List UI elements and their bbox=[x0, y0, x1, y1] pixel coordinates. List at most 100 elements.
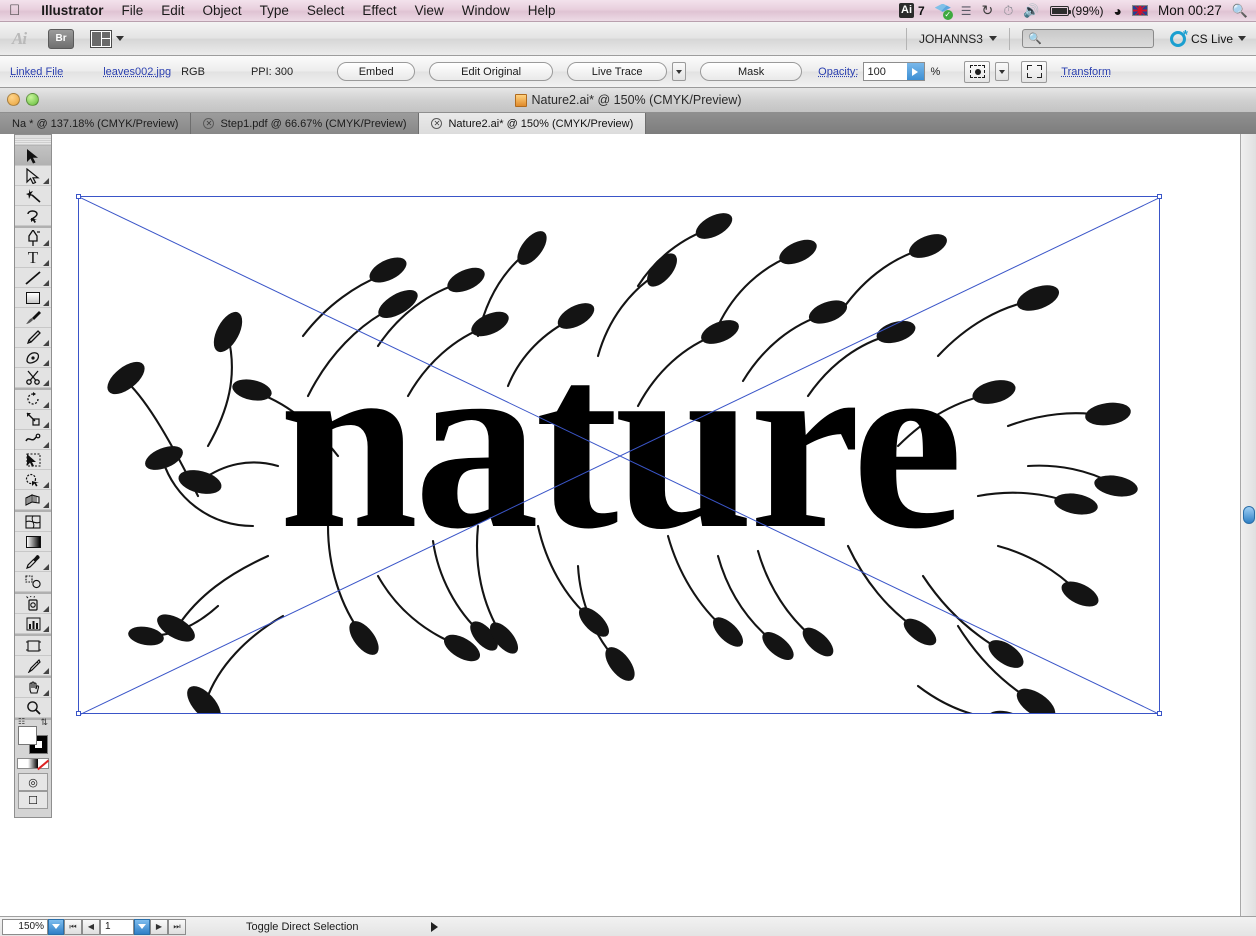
line-segment-tool[interactable] bbox=[15, 268, 51, 288]
opacity-stepper-icon[interactable] bbox=[906, 63, 924, 80]
time-machine-icon[interactable]: ⏱ bbox=[1003, 3, 1013, 19]
menu-item-type[interactable]: Type bbox=[251, 3, 298, 18]
status-menu-icon[interactable] bbox=[430, 921, 438, 932]
zoom-level-field[interactable]: 150% bbox=[2, 918, 48, 935]
default-fill-stroke-icon[interactable]: ☷ bbox=[18, 717, 25, 726]
menu-item-effect[interactable]: Effect bbox=[353, 3, 405, 18]
linked-file-label[interactable]: Linked File bbox=[10, 66, 63, 78]
bluetooth-icon[interactable]: ☰ bbox=[961, 4, 972, 18]
first-artboard-button[interactable]: ⏮ bbox=[64, 918, 82, 935]
document-tab-step1[interactable]: ✕ Step1.pdf @ 66.67% (CMYK/Preview) bbox=[191, 113, 420, 134]
menu-bar-clock[interactable]: Mon 00:27 bbox=[1158, 3, 1222, 18]
pen-tool[interactable] bbox=[15, 228, 51, 248]
launch-bridge-button[interactable]: Br bbox=[48, 28, 75, 49]
rectangle-tool[interactable] bbox=[15, 288, 51, 308]
gradient-tool[interactable] bbox=[15, 532, 51, 552]
mesh-tool[interactable] bbox=[15, 512, 51, 532]
zoom-tool[interactable] bbox=[15, 698, 51, 718]
opacity-label[interactable]: Opacity: bbox=[818, 66, 858, 78]
dropbox-icon[interactable] bbox=[935, 4, 953, 20]
select-similar-dropdown[interactable] bbox=[995, 62, 1010, 81]
artboard-number-field[interactable]: 1 bbox=[100, 918, 134, 935]
document-tab-nature1[interactable]: Na * @ 137.18% (CMYK/Preview) bbox=[0, 113, 192, 134]
eyedropper-tool[interactable] bbox=[15, 552, 51, 572]
type-tool[interactable]: T bbox=[15, 248, 51, 268]
free-transform-tool[interactable] bbox=[15, 450, 51, 470]
select-similar-button[interactable] bbox=[964, 60, 991, 83]
sync-icon[interactable]: ↻ bbox=[981, 2, 993, 19]
eraser-scissors-tool[interactable] bbox=[15, 368, 51, 388]
canvas-vertical-scrollbar[interactable] bbox=[1240, 134, 1256, 916]
artboard-dropdown[interactable] bbox=[134, 918, 150, 935]
window-minimize-button[interactable] bbox=[7, 93, 20, 106]
selection-handle-tl[interactable] bbox=[76, 194, 81, 199]
gradient-swatch-button[interactable] bbox=[28, 759, 38, 768]
artwork-selection-group[interactable]: nature bbox=[76, 194, 1162, 716]
screen-mode-button[interactable]: ☐ bbox=[18, 791, 48, 809]
slice-tool[interactable] bbox=[15, 656, 51, 676]
live-trace-button[interactable]: Live Trace bbox=[567, 62, 668, 81]
artboard[interactable]: nature bbox=[0, 134, 1236, 916]
menu-item-window[interactable]: Window bbox=[453, 3, 519, 18]
tools-panel-grip[interactable] bbox=[15, 138, 51, 146]
selection-tool[interactable] bbox=[15, 146, 51, 166]
selection-handle-tr[interactable] bbox=[1157, 194, 1162, 199]
volume-icon[interactable]: 🔊 bbox=[1023, 3, 1039, 19]
help-search-input[interactable] bbox=[1045, 32, 1148, 45]
menu-item-object[interactable]: Object bbox=[194, 3, 251, 18]
arrange-documents-button[interactable] bbox=[90, 29, 125, 48]
column-graph-tool[interactable] bbox=[15, 614, 51, 634]
align-button[interactable] bbox=[1021, 60, 1048, 83]
hand-tool[interactable] bbox=[15, 678, 51, 698]
magic-wand-tool[interactable] bbox=[15, 186, 51, 206]
artboard-tool[interactable] bbox=[15, 636, 51, 656]
adobe-drive-icon[interactable]: Ai 7 bbox=[899, 3, 925, 18]
blend-tool[interactable] bbox=[15, 572, 51, 592]
close-icon[interactable]: ✕ bbox=[431, 118, 443, 129]
rotate-tool[interactable] bbox=[15, 390, 51, 410]
live-trace-preset-dropdown[interactable] bbox=[672, 62, 687, 81]
battery-icon[interactable]: (99%) bbox=[1049, 4, 1104, 18]
close-icon[interactable]: ✕ bbox=[203, 118, 215, 129]
next-artboard-button[interactable]: ▶ bbox=[150, 918, 168, 935]
apple-icon[interactable]:  bbox=[9, 3, 20, 18]
keyboard-flag-icon[interactable] bbox=[1132, 5, 1149, 16]
shape-builder-tool[interactable] bbox=[15, 470, 51, 490]
none-swatch-button[interactable] bbox=[38, 759, 48, 768]
document-tab-nature2[interactable]: ✕ Nature2.ai* @ 150% (CMYK/Preview) bbox=[419, 113, 647, 134]
embed-button[interactable]: Embed bbox=[337, 62, 416, 81]
swap-fill-stroke-icon[interactable]: ⇅ bbox=[40, 717, 48, 728]
last-artboard-button[interactable]: ⏭ bbox=[168, 918, 186, 935]
drawing-mode-button[interactable]: ◎ bbox=[18, 773, 48, 791]
direct-selection-tool[interactable] bbox=[15, 166, 51, 186]
transform-link[interactable]: Transform bbox=[1061, 66, 1111, 78]
symbol-sprayer-tool[interactable] bbox=[15, 594, 51, 614]
pencil-tool[interactable] bbox=[15, 328, 51, 348]
linked-file-name[interactable]: leaves002.jpg bbox=[103, 66, 171, 78]
selection-handle-br[interactable] bbox=[1157, 711, 1162, 716]
zoom-level-dropdown[interactable] bbox=[48, 918, 64, 935]
perspective-grid-tool[interactable] bbox=[15, 490, 51, 510]
opacity-field[interactable]: 100 bbox=[862, 62, 925, 81]
mask-button[interactable]: Mask bbox=[700, 62, 803, 81]
selection-handle-bl[interactable] bbox=[76, 711, 81, 716]
spotlight-search-icon[interactable]: 🔍 bbox=[1232, 3, 1248, 19]
previous-artboard-button[interactable]: ◀ bbox=[82, 918, 100, 935]
menu-item-view[interactable]: View bbox=[406, 3, 453, 18]
fill-swatch[interactable] bbox=[18, 726, 37, 745]
wifi-icon[interactable]: ◕ bbox=[1114, 3, 1122, 19]
menu-item-illustrator[interactable]: Illustrator bbox=[32, 3, 112, 18]
document-canvas[interactable]: nature bbox=[0, 134, 1236, 916]
vertical-scrollbar-thumb[interactable] bbox=[1243, 506, 1255, 524]
workspace-switcher[interactable]: JOHANNS3 bbox=[919, 32, 997, 46]
cs-live-button[interactable]: CS Live bbox=[1169, 27, 1246, 47]
menu-item-help[interactable]: Help bbox=[519, 3, 565, 18]
scale-tool[interactable] bbox=[15, 410, 51, 430]
help-search-field[interactable]: 🔍 bbox=[1021, 29, 1154, 48]
menu-item-file[interactable]: File bbox=[113, 3, 153, 18]
menu-item-edit[interactable]: Edit bbox=[152, 3, 193, 18]
menu-item-select[interactable]: Select bbox=[298, 3, 354, 18]
fill-stroke-control[interactable]: ☷ ⇅ bbox=[18, 717, 48, 754]
blob-brush-tool[interactable] bbox=[15, 348, 51, 368]
color-swatch-button[interactable] bbox=[18, 759, 28, 768]
